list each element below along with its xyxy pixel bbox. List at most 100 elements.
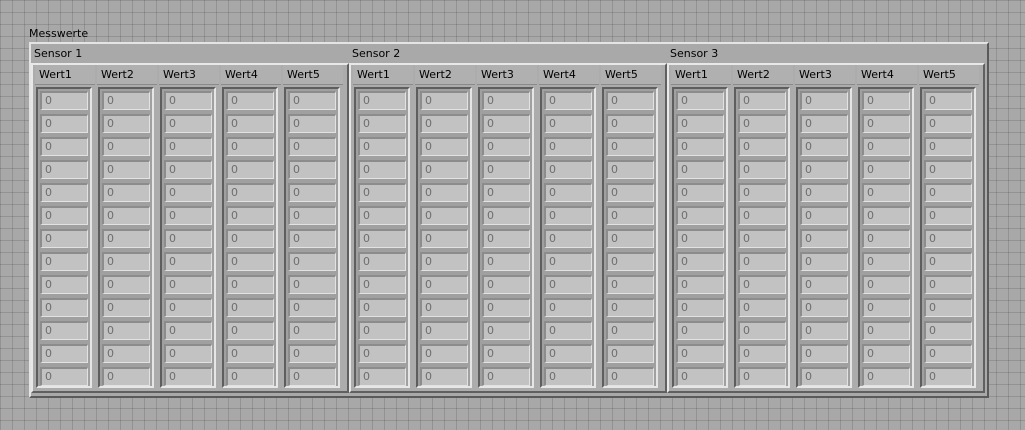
numeric-indicator[interactable]: 0 xyxy=(420,183,468,202)
numeric-indicator[interactable]: 0 xyxy=(676,275,724,294)
numeric-indicator[interactable]: 0 xyxy=(862,275,910,294)
numeric-indicator[interactable]: 0 xyxy=(102,252,150,271)
numeric-indicator[interactable]: 0 xyxy=(102,137,150,156)
numeric-indicator[interactable]: 0 xyxy=(924,298,972,317)
numeric-indicator[interactable]: 0 xyxy=(102,114,150,133)
numeric-indicator[interactable]: 0 xyxy=(738,229,786,248)
numeric-indicator[interactable]: 0 xyxy=(544,275,592,294)
numeric-indicator[interactable]: 0 xyxy=(164,91,212,110)
numeric-indicator[interactable]: 0 xyxy=(544,160,592,179)
numeric-indicator[interactable]: 0 xyxy=(862,229,910,248)
numeric-indicator[interactable]: 0 xyxy=(40,206,88,225)
numeric-indicator[interactable]: 0 xyxy=(288,344,336,363)
numeric-indicator[interactable]: 0 xyxy=(738,160,786,179)
numeric-indicator[interactable]: 0 xyxy=(606,183,654,202)
numeric-indicator[interactable]: 0 xyxy=(544,114,592,133)
numeric-indicator[interactable]: 0 xyxy=(226,206,274,225)
numeric-indicator[interactable]: 0 xyxy=(800,206,848,225)
numeric-indicator[interactable]: 0 xyxy=(924,344,972,363)
numeric-indicator[interactable]: 0 xyxy=(40,367,88,386)
numeric-indicator[interactable]: 0 xyxy=(102,229,150,248)
numeric-indicator[interactable]: 0 xyxy=(226,229,274,248)
numeric-indicator[interactable]: 0 xyxy=(862,91,910,110)
numeric-indicator[interactable]: 0 xyxy=(800,160,848,179)
numeric-indicator[interactable]: 0 xyxy=(924,229,972,248)
numeric-indicator[interactable]: 0 xyxy=(226,298,274,317)
numeric-indicator[interactable]: 0 xyxy=(676,91,724,110)
numeric-indicator[interactable]: 0 xyxy=(482,206,530,225)
numeric-indicator[interactable]: 0 xyxy=(288,206,336,225)
numeric-indicator[interactable]: 0 xyxy=(544,206,592,225)
numeric-indicator[interactable]: 0 xyxy=(288,160,336,179)
numeric-indicator[interactable]: 0 xyxy=(862,344,910,363)
numeric-indicator[interactable]: 0 xyxy=(544,252,592,271)
numeric-indicator[interactable]: 0 xyxy=(226,252,274,271)
numeric-indicator[interactable]: 0 xyxy=(164,137,212,156)
numeric-indicator[interactable]: 0 xyxy=(164,114,212,133)
numeric-indicator[interactable]: 0 xyxy=(358,114,406,133)
numeric-indicator[interactable]: 0 xyxy=(226,183,274,202)
numeric-indicator[interactable]: 0 xyxy=(358,275,406,294)
numeric-indicator[interactable]: 0 xyxy=(924,183,972,202)
numeric-indicator[interactable]: 0 xyxy=(738,367,786,386)
numeric-indicator[interactable]: 0 xyxy=(164,298,212,317)
numeric-indicator[interactable]: 0 xyxy=(482,367,530,386)
numeric-indicator[interactable]: 0 xyxy=(40,183,88,202)
numeric-indicator[interactable]: 0 xyxy=(738,206,786,225)
numeric-indicator[interactable]: 0 xyxy=(40,137,88,156)
numeric-indicator[interactable]: 0 xyxy=(164,160,212,179)
numeric-indicator[interactable]: 0 xyxy=(358,229,406,248)
numeric-indicator[interactable]: 0 xyxy=(800,298,848,317)
numeric-indicator[interactable]: 0 xyxy=(40,160,88,179)
numeric-indicator[interactable]: 0 xyxy=(676,206,724,225)
numeric-indicator[interactable]: 0 xyxy=(800,367,848,386)
numeric-indicator[interactable]: 0 xyxy=(544,344,592,363)
numeric-indicator[interactable]: 0 xyxy=(420,344,468,363)
numeric-indicator[interactable]: 0 xyxy=(924,321,972,340)
numeric-indicator[interactable]: 0 xyxy=(102,367,150,386)
numeric-indicator[interactable]: 0 xyxy=(676,229,724,248)
numeric-indicator[interactable]: 0 xyxy=(102,298,150,317)
numeric-indicator[interactable]: 0 xyxy=(800,91,848,110)
numeric-indicator[interactable]: 0 xyxy=(420,275,468,294)
numeric-indicator[interactable]: 0 xyxy=(482,160,530,179)
numeric-indicator[interactable]: 0 xyxy=(420,321,468,340)
numeric-indicator[interactable]: 0 xyxy=(40,252,88,271)
numeric-indicator[interactable]: 0 xyxy=(164,206,212,225)
numeric-indicator[interactable]: 0 xyxy=(676,321,724,340)
numeric-indicator[interactable]: 0 xyxy=(420,206,468,225)
numeric-indicator[interactable]: 0 xyxy=(544,298,592,317)
numeric-indicator[interactable]: 0 xyxy=(420,91,468,110)
numeric-indicator[interactable]: 0 xyxy=(288,229,336,248)
numeric-indicator[interactable]: 0 xyxy=(420,367,468,386)
numeric-indicator[interactable]: 0 xyxy=(288,137,336,156)
numeric-indicator[interactable]: 0 xyxy=(606,367,654,386)
numeric-indicator[interactable]: 0 xyxy=(420,160,468,179)
numeric-indicator[interactable]: 0 xyxy=(358,321,406,340)
numeric-indicator[interactable]: 0 xyxy=(800,183,848,202)
numeric-indicator[interactable]: 0 xyxy=(288,275,336,294)
numeric-indicator[interactable]: 0 xyxy=(226,160,274,179)
numeric-indicator[interactable]: 0 xyxy=(738,275,786,294)
numeric-indicator[interactable]: 0 xyxy=(738,91,786,110)
numeric-indicator[interactable]: 0 xyxy=(226,344,274,363)
numeric-indicator[interactable]: 0 xyxy=(924,367,972,386)
numeric-indicator[interactable]: 0 xyxy=(40,229,88,248)
numeric-indicator[interactable]: 0 xyxy=(606,298,654,317)
numeric-indicator[interactable]: 0 xyxy=(862,367,910,386)
numeric-indicator[interactable]: 0 xyxy=(606,160,654,179)
numeric-indicator[interactable]: 0 xyxy=(606,344,654,363)
numeric-indicator[interactable]: 0 xyxy=(288,367,336,386)
numeric-indicator[interactable]: 0 xyxy=(544,321,592,340)
numeric-indicator[interactable]: 0 xyxy=(40,298,88,317)
numeric-indicator[interactable]: 0 xyxy=(800,275,848,294)
numeric-indicator[interactable]: 0 xyxy=(738,137,786,156)
numeric-indicator[interactable]: 0 xyxy=(482,275,530,294)
numeric-indicator[interactable]: 0 xyxy=(544,183,592,202)
numeric-indicator[interactable]: 0 xyxy=(676,114,724,133)
numeric-indicator[interactable]: 0 xyxy=(420,229,468,248)
numeric-indicator[interactable]: 0 xyxy=(164,367,212,386)
numeric-indicator[interactable]: 0 xyxy=(606,137,654,156)
numeric-indicator[interactable]: 0 xyxy=(288,252,336,271)
numeric-indicator[interactable]: 0 xyxy=(482,114,530,133)
